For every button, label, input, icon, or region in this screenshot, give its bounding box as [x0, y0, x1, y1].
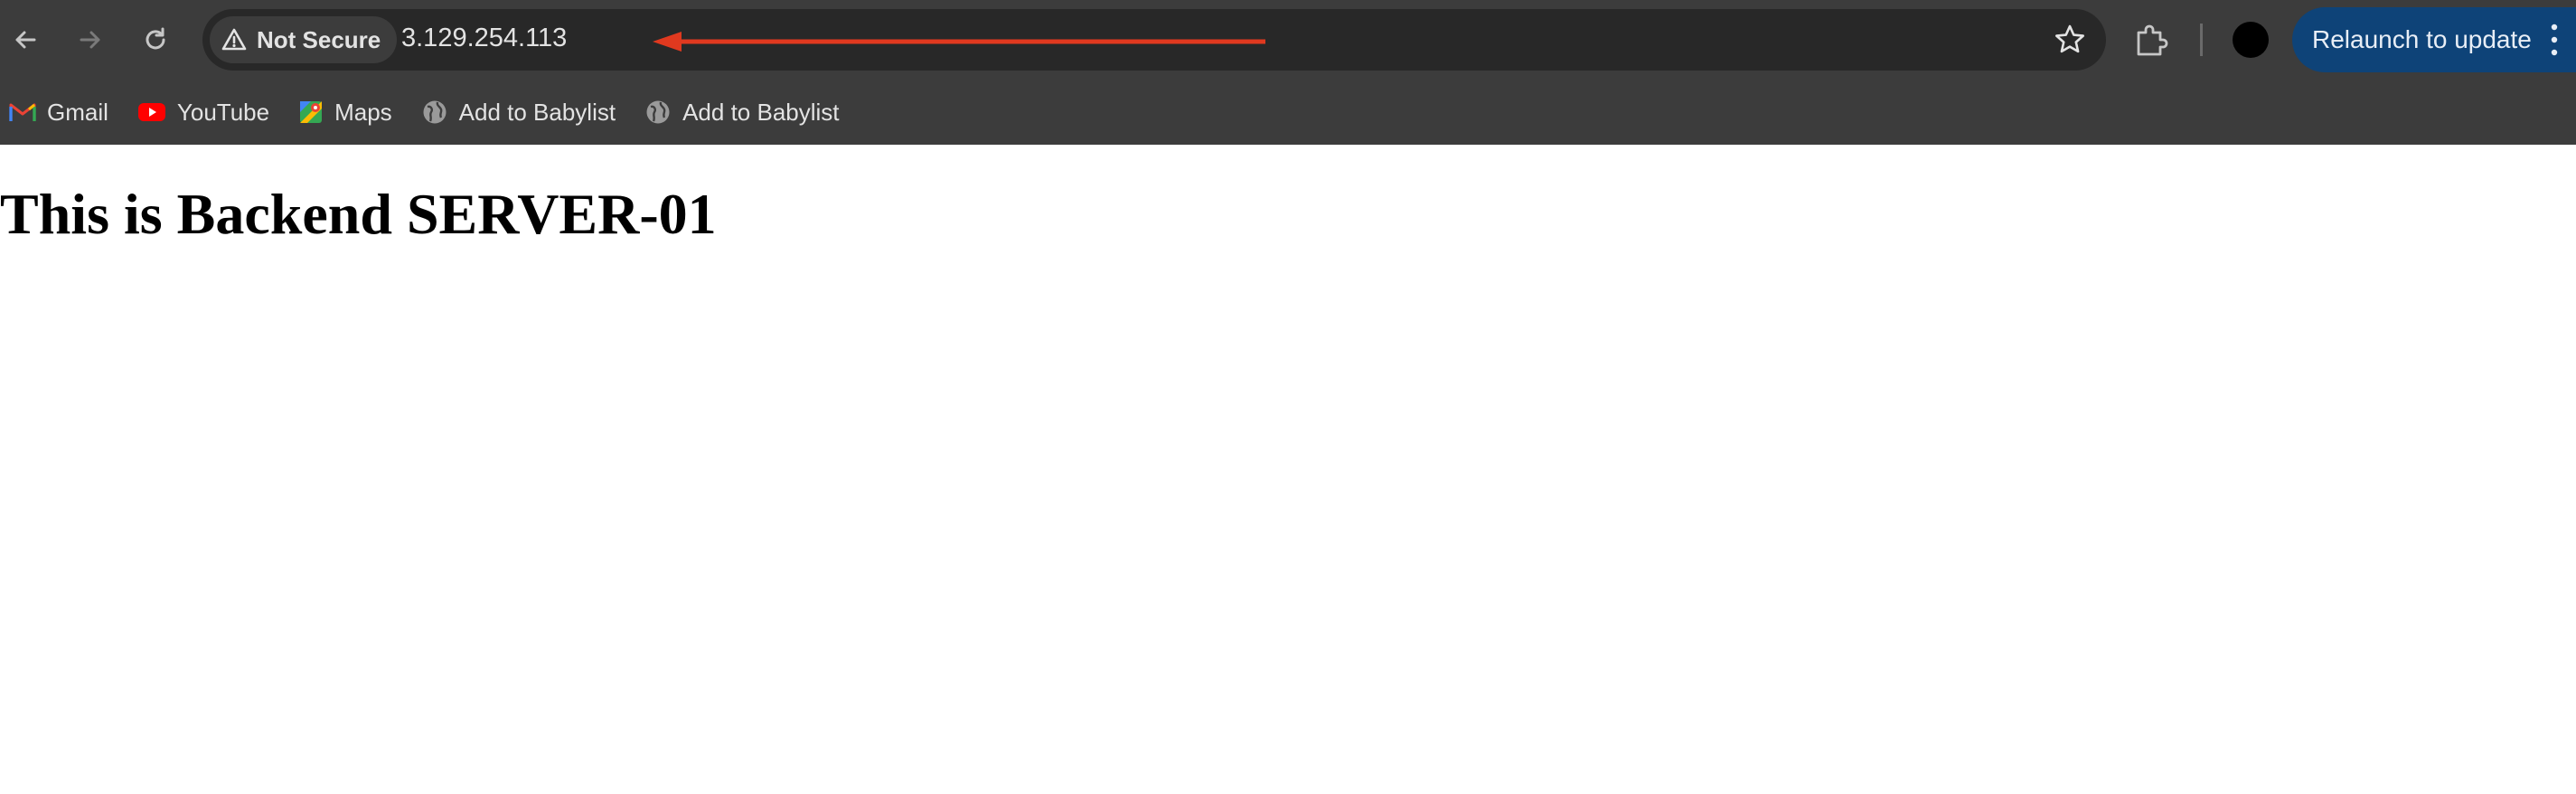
gmail-icon: [9, 103, 36, 121]
bookmark-label: Maps: [334, 98, 392, 126]
globe-icon: [646, 100, 670, 124]
security-chip-label: Not Secure: [257, 25, 381, 53]
relaunch-button[interactable]: Relaunch to update: [2292, 7, 2576, 72]
bookmark-maps[interactable]: Maps: [298, 89, 392, 136]
relaunch-button-label: Relaunch to update: [2312, 25, 2532, 53]
url-text[interactable]: 3.129.254.113: [401, 24, 567, 53]
arrow-right-icon: [80, 31, 100, 49]
reload-button[interactable]: [136, 20, 175, 60]
toolbar-divider: [2200, 24, 2203, 56]
youtube-icon: [137, 103, 165, 121]
bookmark-babylist-1[interactable]: Add to Babylist: [421, 89, 616, 136]
bookmark-gmail[interactable]: Gmail: [9, 89, 108, 136]
bookmark-label: Gmail: [47, 98, 108, 126]
globe-icon: [423, 100, 447, 124]
arrow-left-icon: [15, 31, 36, 49]
bookmark-babylist-2[interactable]: Add to Babylist: [644, 89, 840, 136]
bookmark-star-icon[interactable]: [2052, 22, 2088, 58]
back-button[interactable]: [5, 20, 45, 60]
more-vertical-icon[interactable]: [2547, 18, 2562, 61]
bookmark-label: Add to Babylist: [458, 98, 616, 126]
browser-toolbar: Not Secure 3.129.254.113 Relaunch to upd…: [0, 0, 2576, 80]
security-chip[interactable]: Not Secure: [210, 16, 398, 63]
bookmark-label: YouTube: [176, 98, 270, 126]
page-content: This is Backend SERVER-01: [0, 145, 2576, 794]
annotation-arrow: [653, 32, 1265, 52]
warning-triangle-icon: [221, 28, 247, 51]
page-heading: This is Backend SERVER-01: [0, 182, 717, 246]
reload-icon: [146, 27, 165, 50]
bookmark-youtube[interactable]: YouTube: [137, 89, 269, 136]
forward-button[interactable]: [71, 20, 110, 60]
bookmarks-bar: Gmail YouTube Maps Add to Babylist Add t…: [0, 89, 2576, 136]
browser-chrome: Not Secure 3.129.254.113 Relaunch to upd…: [0, 0, 2576, 145]
bookmark-label: Add to Babylist: [682, 98, 840, 126]
extensions-puzzle-icon[interactable]: [2131, 20, 2171, 60]
maps-icon: [300, 101, 323, 123]
profile-avatar[interactable]: [2233, 22, 2269, 58]
